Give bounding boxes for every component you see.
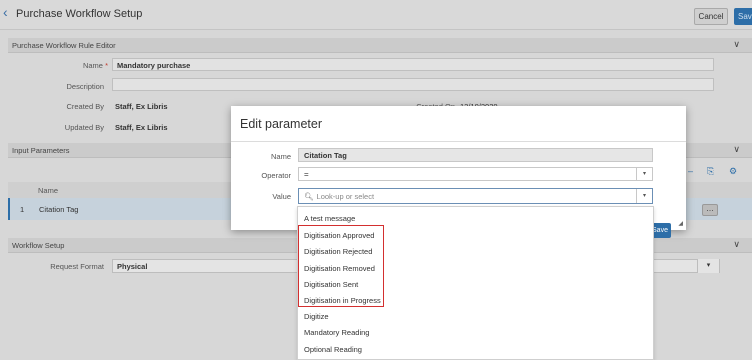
value-label: Value — [272, 192, 291, 201]
updated-by-value: Staff, Ex Libris — [115, 123, 168, 132]
value-placeholder: Look-up or select — [316, 192, 375, 201]
list-item[interactable]: Mandatory Reading — [304, 328, 369, 337]
top-bar: ‹ Purchase Workflow Setup Cancel Save — [0, 0, 752, 30]
back-arrow-icon[interactable]: ‹ — [3, 4, 8, 20]
name-label: Name — [270, 152, 291, 161]
operator-value: = — [304, 170, 309, 179]
section-title: Workflow Setup — [12, 241, 65, 250]
request-format-label: Request Format — [50, 262, 104, 271]
description-label: Description — [66, 82, 104, 91]
rule-editor-section-header[interactable]: Purchase Workflow Rule Editor ∨ — [8, 38, 752, 53]
dialog-title: Edit parameter — [240, 117, 322, 131]
chevron-down-icon[interactable]: ∨ — [733, 239, 740, 250]
gear-icon[interactable]: ⚙ — [729, 166, 737, 177]
chevron-down-icon[interactable]: ▾ — [636, 168, 652, 180]
name-field[interactable]: Mandatory purchase — [112, 58, 714, 71]
section-title: Input Parameters — [12, 146, 70, 155]
export-icon[interactable]: ⎘ — [707, 166, 714, 177]
value-search-input[interactable]: 🔍︎ Look-up or select ▾ — [298, 188, 653, 204]
chevron-down-icon[interactable]: ∨ — [733, 144, 740, 155]
cancel-button[interactable]: Cancel — [694, 8, 728, 25]
chevron-down-icon[interactable]: ∨ — [733, 39, 740, 50]
description-field[interactable] — [112, 78, 714, 91]
more-icon[interactable]: … — [702, 204, 718, 216]
page-title: Purchase Workflow Setup — [16, 8, 143, 20]
save-button[interactable]: Save — [734, 8, 752, 25]
dash-icon[interactable]: – — [688, 166, 693, 176]
name-label: Name * — [82, 61, 108, 70]
updated-by-label: Updated By — [64, 123, 104, 132]
highlight-annotation — [298, 225, 384, 307]
list-item[interactable]: Optional Reading — [304, 345, 362, 354]
created-by-label: Created By — [66, 102, 104, 111]
divider — [231, 141, 686, 142]
list-item[interactable]: A test message — [304, 214, 355, 223]
list-item[interactable]: Digitize — [304, 312, 329, 321]
operator-select[interactable]: = ▾ — [298, 167, 653, 181]
chevron-down-icon[interactable]: ▾ — [636, 189, 652, 203]
chevron-down-icon[interactable]: ▾ — [697, 259, 719, 273]
name-field: Citation Tag — [298, 148, 653, 162]
row-number: 1 — [20, 205, 25, 214]
created-by-value: Staff, Ex Libris — [115, 102, 168, 111]
resize-icon[interactable]: ◢ — [678, 220, 683, 227]
operator-label: Operator — [261, 171, 291, 180]
section-title: Purchase Workflow Rule Editor — [12, 41, 116, 50]
search-icon: 🔍︎ — [304, 192, 314, 201]
column-name: Name — [38, 186, 59, 195]
row-name: Citation Tag — [39, 205, 79, 214]
